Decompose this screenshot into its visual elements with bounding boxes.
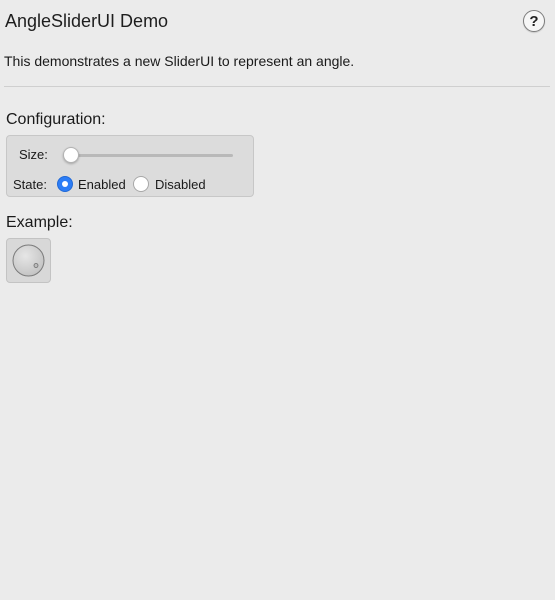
help-icon: ? xyxy=(529,12,539,30)
enabled-radio[interactable] xyxy=(57,176,73,192)
configuration-panel: Size: State: Enabled Disabled xyxy=(6,135,254,197)
divider xyxy=(4,86,550,87)
radio-selected-dot xyxy=(62,181,68,187)
configuration-heading: Configuration: xyxy=(6,111,106,128)
header: AngleSliderUI Demo ? xyxy=(0,0,555,44)
help-button[interactable]: ? xyxy=(523,10,545,32)
angle-dial-icon[interactable] xyxy=(12,244,45,277)
disabled-radio-label[interactable]: Disabled xyxy=(155,177,206,192)
window-title: AngleSliderUI Demo xyxy=(5,11,169,31)
enabled-radio-label[interactable]: Enabled xyxy=(78,177,126,192)
example-panel xyxy=(6,238,51,283)
size-slider-thumb[interactable] xyxy=(63,147,79,163)
size-slider-track[interactable] xyxy=(66,154,233,157)
description-text: This demonstrates a new SliderUI to repr… xyxy=(4,53,355,69)
example-heading: Example: xyxy=(6,214,73,231)
disabled-radio[interactable] xyxy=(133,176,149,192)
size-label: Size: xyxy=(19,147,48,162)
state-label: State: xyxy=(13,177,47,192)
